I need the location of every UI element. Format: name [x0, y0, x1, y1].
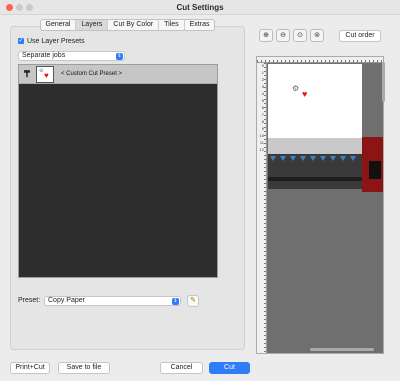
save-to-file-button[interactable]: Save to file	[58, 362, 110, 374]
window-title: Cut Settings	[176, 3, 224, 12]
zoom-out-icon: ⊖	[280, 32, 286, 39]
title-bar: Cut Settings	[0, 0, 400, 15]
tab-layers[interactable]: Layers	[76, 20, 109, 30]
ruler-number: 10	[259, 133, 264, 138]
cutter-tool-icon: ₸	[24, 69, 30, 79]
print-cut-button[interactable]: Print+Cut	[10, 362, 50, 374]
ruler-number: 7	[261, 112, 264, 117]
heart-icon: ♥	[44, 71, 49, 80]
ruler-left: 0 1 2 3 4 5 6 7 8 9 10 11 12	[257, 63, 267, 353]
cut-button[interactable]: Cut	[209, 362, 250, 374]
cutting-mat-area: ⚙ ♥	[268, 64, 362, 138]
use-layer-presets-label: Use Layer Presets	[27, 38, 85, 45]
ruler-number: 2	[261, 77, 264, 82]
preset-select[interactable]: Copy Paper ⇕	[44, 296, 181, 306]
zoom-in-icon: ⊕	[263, 32, 269, 39]
chevron-updown-icon: ⇕	[172, 298, 179, 305]
gear-icon: ⚙	[292, 84, 300, 93]
zoom-fit-icon: ⊙	[297, 32, 303, 39]
use-layer-presets-checkbox[interactable]: ✓	[18, 38, 24, 44]
vertical-scrollbar[interactable]	[382, 62, 385, 102]
roller-marker-icon	[280, 156, 286, 161]
roller-marker-icon	[270, 156, 276, 161]
ruler-number: 8	[261, 119, 264, 124]
layer-name: < Custom Cut Preset >	[61, 71, 123, 77]
ruler-number: 6	[261, 105, 264, 110]
ruler-top	[257, 57, 383, 63]
zoom-out-button[interactable]: ⊖	[276, 29, 290, 42]
tab-extras[interactable]: Extras	[185, 20, 215, 30]
heart-icon: ♥	[302, 89, 308, 99]
roller-marker-icon	[290, 156, 296, 161]
roller-marker-icon	[330, 156, 336, 161]
ruler-number: 0	[261, 63, 264, 68]
roller-marker-icon	[320, 156, 326, 161]
pencil-icon: ✎	[190, 297, 196, 304]
preset-value: Copy Paper	[48, 297, 85, 304]
layer-thumbnail: ⚙ ♥	[36, 66, 54, 83]
cancel-button[interactable]: Cancel	[160, 362, 203, 374]
ruler-number: 9	[261, 126, 264, 131]
layer-row[interactable]: ₸ ⚙ ♥ < Custom Cut Preset >	[19, 65, 217, 84]
ruler-number: 4	[261, 91, 264, 96]
roller-marker-icon	[300, 156, 306, 161]
ruler-number: 11	[259, 140, 264, 145]
machine-slot	[369, 161, 381, 179]
job-mode-select[interactable]: Separate jobs ⇕	[18, 51, 125, 61]
cut-order-button[interactable]: Cut order	[339, 30, 381, 42]
gear-icon: ⚙	[39, 68, 44, 74]
roller-marker-icon	[340, 156, 346, 161]
tab-cut-by-color[interactable]: Cut By Color	[108, 20, 160, 30]
ruler-number: 1	[261, 70, 264, 75]
ruler-number: 3	[261, 84, 264, 89]
cut-preview-canvas[interactable]: 0 1 2 3 4 5 6 7 8 9 10 11 12 ⚙ ♥	[256, 56, 384, 354]
roller-marker-icon	[350, 156, 356, 161]
preset-label: Preset:	[18, 297, 41, 304]
zoom-actual-icon: ⊚	[314, 32, 320, 39]
horizontal-scrollbar[interactable]	[310, 348, 374, 351]
tab-general[interactable]: General	[41, 20, 77, 30]
mat-margin	[268, 138, 362, 154]
ruler-number: 12	[259, 147, 264, 152]
cutter-rail	[268, 177, 362, 181]
zoom-fit-button[interactable]: ⊙	[293, 29, 307, 42]
tab-bar: General Layers Cut By Color Tiles Extras	[39, 19, 216, 31]
zoom-in-button[interactable]: ⊕	[259, 29, 273, 42]
zoom-actual-button[interactable]: ⊚	[310, 29, 324, 42]
ruler-number: 5	[261, 98, 264, 103]
edit-preset-button[interactable]: ✎	[187, 295, 199, 307]
layer-list: ₸ ⚙ ♥ < Custom Cut Preset >	[18, 64, 218, 278]
chevron-updown-icon: ⇕	[116, 53, 123, 60]
tab-bar-wrapper: General Layers Cut By Color Tiles Extras	[0, 19, 255, 31]
job-mode-value: Separate jobs	[22, 52, 66, 59]
tab-tiles[interactable]: Tiles	[159, 20, 185, 30]
roller-marker-icon	[310, 156, 316, 161]
